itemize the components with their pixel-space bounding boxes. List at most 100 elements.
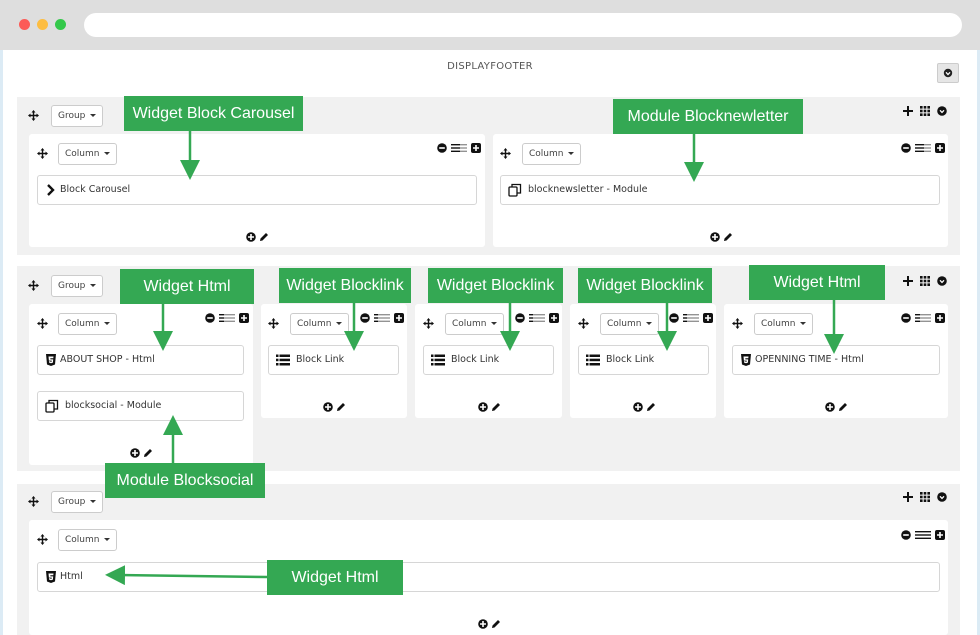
pencil-icon[interactable]: [336, 402, 346, 412]
list-icon: [276, 354, 290, 366]
group-dropdown[interactable]: Group: [51, 491, 104, 513]
column-dropdown[interactable]: Column: [58, 313, 118, 335]
plus-circle-icon[interactable]: [394, 313, 405, 323]
group-dropdown[interactable]: Group: [51, 275, 104, 297]
plus-circle-icon[interactable]: [935, 530, 946, 540]
plus-circle-icon[interactable]: [323, 402, 333, 412]
widget-item-openning-time[interactable]: OPENNING TIME - Html: [732, 345, 940, 375]
column-label: Column: [607, 319, 642, 329]
plus-circle-icon[interactable]: [478, 402, 488, 412]
group-label: Group: [58, 497, 86, 507]
width-bars-icon[interactable]: [914, 313, 933, 323]
minus-icon[interactable]: [669, 313, 679, 323]
move-icon[interactable]: [28, 110, 39, 121]
plus-circle-icon[interactable]: [130, 448, 140, 458]
maximize-window-button[interactable]: [55, 19, 66, 30]
callout-widget-blocklink-1: Widget Blocklink: [279, 268, 411, 303]
plus-circle-icon[interactable]: [633, 402, 643, 412]
widget-item-html[interactable]: Html: [37, 562, 940, 592]
pencil-icon[interactable]: [491, 402, 501, 412]
minus-icon[interactable]: [205, 313, 215, 323]
plus-circle-icon[interactable]: [935, 143, 946, 153]
grid-icon[interactable]: [920, 492, 931, 502]
column-dropdown[interactable]: Column: [754, 313, 814, 335]
plus-icon[interactable]: [903, 492, 913, 502]
plus-circle-icon[interactable]: [935, 313, 946, 323]
widget-item-block-link[interactable]: Block Link: [578, 345, 709, 375]
widget-item-block-carousel[interactable]: Block Carousel: [37, 175, 477, 205]
column-dropdown[interactable]: Column: [600, 313, 660, 335]
width-bars-icon[interactable]: [914, 530, 932, 540]
address-bar[interactable]: [84, 13, 962, 37]
move-icon[interactable]: [732, 318, 743, 329]
pencil-icon[interactable]: [723, 232, 733, 242]
widget-item-block-link[interactable]: Block Link: [423, 345, 554, 375]
widget-item-block-link[interactable]: Block Link: [268, 345, 399, 375]
plus-circle-icon[interactable]: [239, 313, 250, 323]
pencil-icon[interactable]: [646, 402, 656, 412]
width-bars-icon[interactable]: [682, 313, 701, 323]
width-bars-icon[interactable]: [373, 313, 392, 323]
close-window-button[interactable]: [19, 19, 30, 30]
plus-circle-icon[interactable]: [703, 313, 714, 323]
column-tools: [205, 313, 250, 323]
widget-item-about-shop[interactable]: ABOUT SHOP - Html: [37, 345, 244, 375]
power-icon: [943, 68, 953, 78]
column-dropdown[interactable]: Column: [58, 529, 118, 551]
width-bars-icon[interactable]: [450, 143, 469, 153]
caret-down-icon: [90, 114, 97, 117]
move-icon[interactable]: [500, 148, 511, 159]
plus-circle-icon[interactable]: [549, 313, 560, 323]
power-icon[interactable]: [937, 276, 948, 286]
plus-icon[interactable]: [903, 276, 913, 286]
plus-icon[interactable]: [903, 106, 913, 116]
column-dropdown[interactable]: Column: [522, 143, 582, 165]
move-icon[interactable]: [37, 148, 48, 159]
group-dropdown[interactable]: Group: [51, 105, 104, 127]
widget-item-blocknewsletter[interactable]: blocknewsletter - Module: [500, 175, 940, 205]
width-bars-icon[interactable]: [914, 143, 933, 153]
minimize-window-button[interactable]: [37, 19, 48, 30]
pencil-icon[interactable]: [259, 232, 269, 242]
widget-item-blocksocial[interactable]: blocksocial - Module: [37, 391, 244, 421]
grid-icon[interactable]: [920, 276, 931, 286]
group-label: Group: [58, 111, 86, 121]
move-icon[interactable]: [423, 318, 434, 329]
column-footer-tools: [130, 448, 153, 458]
minus-icon[interactable]: [437, 143, 447, 153]
caret-down-icon: [568, 152, 575, 155]
plus-circle-icon[interactable]: [825, 402, 835, 412]
column-label: Column: [65, 149, 100, 159]
pencil-icon[interactable]: [838, 402, 848, 412]
plus-circle-icon[interactable]: [710, 232, 720, 242]
column-dropdown[interactable]: Column: [58, 143, 118, 165]
move-icon[interactable]: [37, 318, 48, 329]
plus-circle-icon[interactable]: [246, 232, 256, 242]
minus-icon[interactable]: [901, 143, 911, 153]
plus-circle-icon[interactable]: [471, 143, 482, 153]
move-icon[interactable]: [28, 496, 39, 507]
page-title: DISPLAYFOOTER: [447, 61, 533, 72]
minus-icon[interactable]: [901, 530, 911, 540]
plus-circle-icon[interactable]: [478, 619, 488, 629]
width-bars-icon[interactable]: [218, 313, 237, 323]
column-dropdown[interactable]: Column: [445, 313, 505, 335]
item-label: Block Link: [606, 354, 655, 365]
move-icon[interactable]: [578, 318, 589, 329]
minus-icon[interactable]: [360, 313, 370, 323]
pencil-icon[interactable]: [143, 448, 153, 458]
column-dropdown[interactable]: Column: [290, 313, 350, 335]
callout-widget-blocklink-2: Widget Blocklink: [428, 268, 563, 303]
width-bars-icon[interactable]: [528, 313, 547, 323]
minus-icon[interactable]: [515, 313, 525, 323]
power-icon[interactable]: [937, 492, 948, 502]
collapse-button[interactable]: [937, 63, 959, 83]
move-icon[interactable]: [268, 318, 279, 329]
power-icon[interactable]: [937, 106, 948, 116]
grid-icon[interactable]: [920, 106, 931, 116]
move-icon[interactable]: [28, 280, 39, 291]
move-icon[interactable]: [37, 534, 48, 545]
minus-icon[interactable]: [901, 313, 911, 323]
pencil-icon[interactable]: [491, 619, 501, 629]
caret-down-icon: [104, 538, 111, 541]
